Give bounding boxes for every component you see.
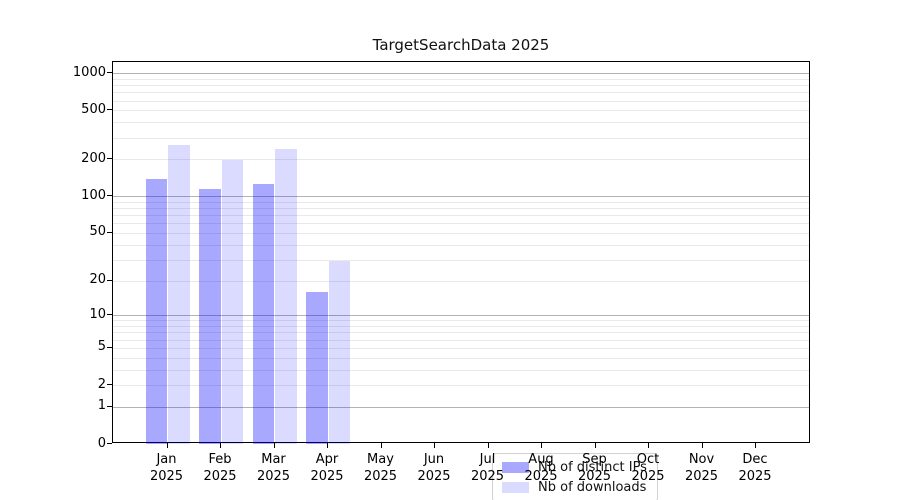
- gridline-400: [113, 122, 809, 124]
- y-tick-mark: [107, 279, 112, 281]
- x-tick-mark: [166, 443, 168, 448]
- bar-apr-2025-nb-of-downloads: [328, 261, 350, 444]
- plot-area: Nb of distinct IPs Nb of downloads: [112, 61, 810, 500]
- y-tick-mark: [107, 346, 112, 348]
- gridline-300: [113, 137, 809, 139]
- gridline-1000: [113, 73, 809, 75]
- x-tick-mark: [220, 443, 221, 448]
- chart-title: TargetSearchData 2025: [372, 36, 550, 54]
- y-tick-mark: [107, 405, 112, 407]
- gridline-600: [113, 100, 809, 102]
- x-tick-mark: [380, 443, 382, 448]
- y-tick-label-1: 1: [97, 398, 106, 414]
- x-tick-mark: [755, 443, 756, 448]
- gridline-700: [113, 92, 809, 94]
- gridline-800: [113, 85, 809, 87]
- bar-mar-2025-nb-of-downloads: [275, 149, 297, 444]
- y-tick-label-200: 200: [81, 150, 106, 166]
- x-tick-mark: [487, 443, 489, 448]
- y-tick-label-1000: 1000: [72, 64, 106, 80]
- x-tick-mark: [701, 443, 703, 448]
- bar-feb-2025-nb-of-distinct-ips: [199, 188, 221, 444]
- gridline-500: [113, 110, 809, 112]
- x-tick-mark: [541, 443, 542, 448]
- y-tick-label-20: 20: [89, 272, 106, 288]
- y-tick-mark: [107, 72, 112, 74]
- bar-jan-2025-nb-of-distinct-ips: [145, 178, 167, 444]
- y-tick-label-5: 5: [97, 339, 106, 355]
- bar-feb-2025-nb-of-downloads: [221, 160, 243, 444]
- y-tick-mark: [107, 195, 112, 197]
- x-tick-mark: [327, 443, 328, 448]
- x-tick-mark: [434, 443, 435, 448]
- x-tick-label-dec: Dec 2025: [738, 452, 772, 484]
- x-tick-mark: [594, 443, 596, 448]
- bar-jan-2025-nb-of-downloads: [168, 145, 190, 444]
- y-tick-label-2: 2: [97, 376, 106, 392]
- y-tick-label-50: 50: [89, 224, 106, 240]
- y-tick-label-100: 100: [81, 187, 106, 203]
- bar-mar-2025-nb-of-distinct-ips: [252, 183, 274, 444]
- y-tick-mark: [107, 384, 112, 385]
- y-tick-label-500: 500: [81, 101, 106, 117]
- y-tick-mark: [107, 231, 112, 233]
- y-tick-mark: [107, 158, 112, 160]
- y-tick-mark: [107, 443, 112, 444]
- gridline-200: [113, 159, 809, 161]
- bar-apr-2025-nb-of-distinct-ips: [306, 291, 328, 444]
- x-tick-mark: [648, 443, 649, 448]
- x-tick-mark: [273, 443, 275, 448]
- y-tick-mark: [107, 109, 112, 111]
- y-tick-mark: [107, 314, 112, 316]
- chart-figure: TargetSearchData 2025 Nb of distinct IPs…: [0, 0, 900, 500]
- y-tick-label-10: 10: [89, 306, 106, 322]
- gridline-900: [113, 78, 809, 80]
- y-tick-label-0: 0: [97, 435, 106, 451]
